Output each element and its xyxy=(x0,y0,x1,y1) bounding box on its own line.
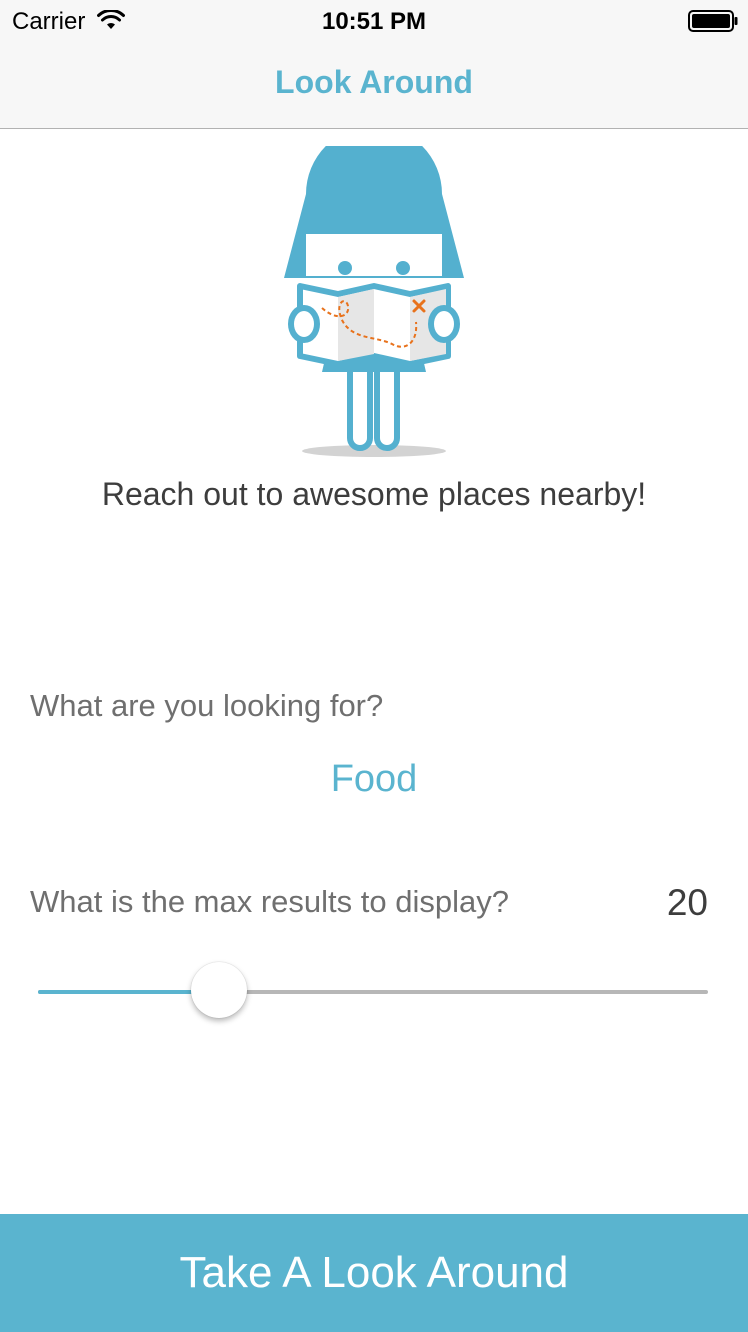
battery-icon xyxy=(688,10,738,32)
max-results-value: 20 xyxy=(666,882,708,923)
category-picker[interactable]: Food xyxy=(0,758,748,801)
explorer-mascot-illustration xyxy=(284,146,464,457)
app-screen: Carrier 10:51 PM Look Around Reach out t… xyxy=(0,0,748,1332)
take-a-look-around-button[interactable]: Take A Look Around xyxy=(0,1214,748,1332)
max-results-question-label: What is the max results to display? xyxy=(30,884,509,919)
navigation-bar: Look Around xyxy=(0,40,748,129)
page-title: Look Around xyxy=(275,64,473,100)
status-time: 10:51 PM xyxy=(321,8,427,35)
hero-tagline: Reach out to awesome places nearby! xyxy=(101,476,647,512)
max-results-slider[interactable] xyxy=(38,962,708,1022)
status-bar: Carrier 10:51 PM xyxy=(0,0,748,40)
slider-thumb[interactable] xyxy=(191,962,247,1018)
action-button-label: Take A Look Around xyxy=(179,1248,569,1297)
category-question-label: What are you looking for? xyxy=(30,688,384,723)
